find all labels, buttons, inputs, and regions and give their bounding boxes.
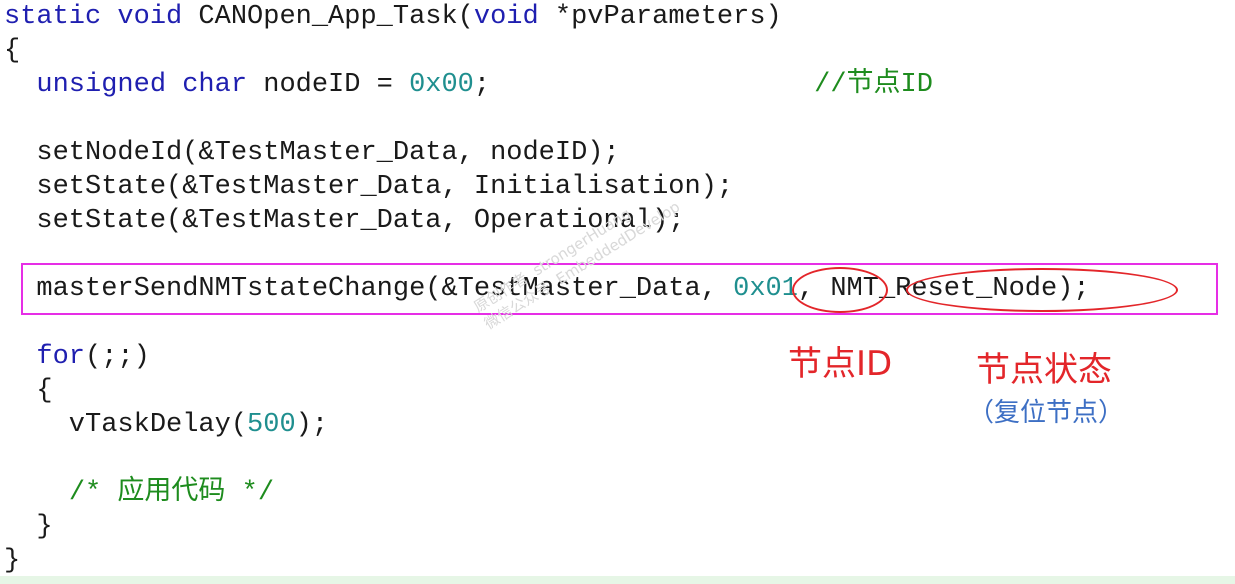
node-id-literal: 0x01 (733, 274, 798, 304)
delay-literal: 500 (247, 410, 296, 440)
function-name: CANOpen_App_Task( (182, 2, 474, 32)
semicolon: ; (473, 70, 491, 100)
annotation-reset-node: （复位节点） (968, 398, 1125, 428)
vtaskdelay-prefix: vTaskDelay( (4, 410, 248, 440)
keyword-for: for (36, 342, 86, 372)
block-comment: /* 应用代码 */ (68, 478, 275, 508)
code-line-setstate-init: setState(&TestMaster_Data, Initialisatio… (4, 172, 734, 202)
nodeid-assign: nodeID = (247, 70, 410, 100)
nmt-call-prefix: masterSendNMTstateChange(&TestMaster_Dat… (4, 274, 734, 304)
inline-comment: //节点ID (814, 70, 933, 100)
function-params: *pvParameters) (538, 2, 782, 32)
number-literal: 0x00 (409, 70, 474, 100)
code-line-for-loop: for(;;) (4, 340, 150, 374)
code-line-close-brace: } (4, 546, 21, 576)
keyword-void: void (117, 2, 183, 32)
code-line-function-signature: static void CANOpen_App_Task(void *pvPar… (4, 0, 782, 34)
code-line-vtaskdelay: vTaskDelay(500); (4, 408, 328, 442)
code-line-loop-open-brace: { (4, 376, 53, 406)
keyword-char: char (182, 70, 248, 100)
keyword-static: static (4, 2, 102, 32)
code-line-nodeid-decl: unsigned char nodeID = 0x00; //节点ID (4, 68, 933, 102)
node-state-ellipse (906, 268, 1178, 312)
annotation-node-id: 节点ID (788, 344, 893, 384)
code-line-open-brace: { (4, 36, 21, 66)
code-line-app-comment: /* 应用代码 */ (4, 476, 274, 510)
bottom-strip (0, 576, 1235, 584)
keyword-void-param: void (473, 2, 539, 32)
for-condition: (;;) (85, 342, 150, 372)
padding (490, 70, 814, 100)
code-line-loop-close-brace: } (4, 512, 53, 542)
node-id-ellipse (792, 267, 888, 313)
annotation-node-state: 节点状态 (976, 350, 1112, 390)
keyword-unsigned: unsigned (36, 70, 167, 100)
vtaskdelay-suffix: ); (295, 410, 329, 440)
code-screenshot: static void CANOpen_App_Task(void *pvPar… (0, 0, 1235, 584)
code-line-setnodeid: setNodeId(&TestMaster_Data, nodeID); (4, 138, 620, 168)
